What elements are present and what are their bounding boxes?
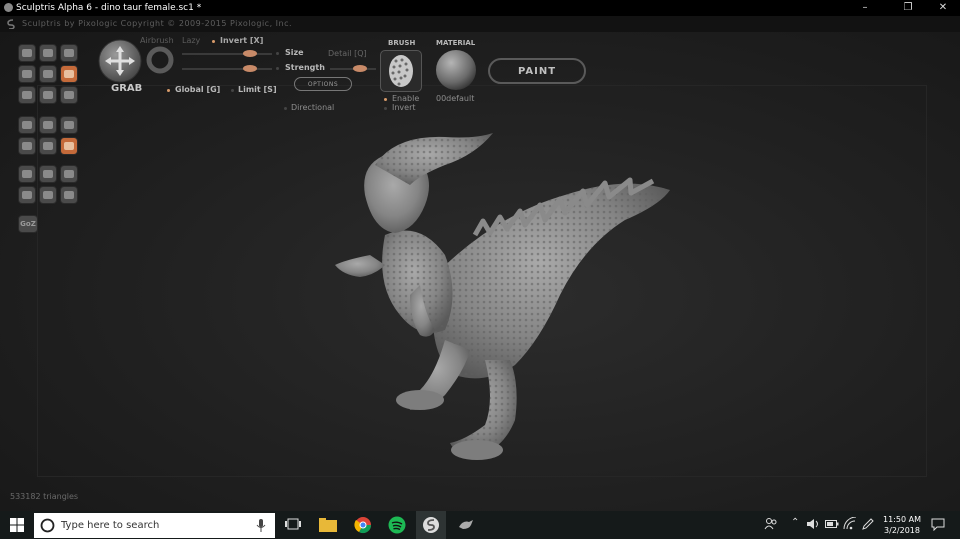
brush-preview-button[interactable] [380,50,422,92]
sculptris-taskbar-icon [423,517,439,533]
material-label: MATERIAL [436,39,476,47]
task-view-icon[interactable] [285,517,301,531]
chrome-icon[interactable] [354,516,372,534]
brush-invert-indicator [384,107,387,110]
camera-button[interactable] [60,165,78,183]
triangle-count: 533182 triangles [10,492,79,501]
goz-label: GoZ [20,220,36,228]
restore-button[interactable]: ❐ [893,0,923,16]
brush-enable-indicator [384,98,387,101]
tray-expand-icon[interactable]: ⌃ [791,517,799,528]
battery-icon[interactable] [825,519,839,529]
scale-tool-button[interactable] [60,86,78,104]
hide-button[interactable] [39,165,57,183]
taskbar-sculptris-active[interactable] [416,511,446,539]
size-indicator [276,52,279,55]
mask-button[interactable] [18,165,36,183]
window-title-bar[interactable]: Sculptris Alpha 6 - dino taur female.sc1… [0,0,960,16]
brush-invert-toggle[interactable]: Invert [392,103,416,112]
file-explorer-icon[interactable] [319,518,337,532]
invert-indicator [212,40,215,43]
tray-clock[interactable]: 11:50 AM 3/2/2018 [881,514,923,536]
smooth-tool-button[interactable] [39,86,57,104]
size-slider-knob[interactable] [243,50,257,57]
pinch-tool-button[interactable] [39,65,57,83]
crease-tool-button[interactable] [60,44,78,62]
material-sphere-icon [436,50,476,90]
reduce-brush-button[interactable] [39,116,57,134]
search-placeholder: Type here to search [61,520,160,531]
flatten-tool-button[interactable] [18,86,36,104]
directional-toggle[interactable]: Directional [291,103,334,112]
save-button[interactable] [60,186,78,204]
sphere-button[interactable] [39,186,57,204]
copyright-text: Sculptris by Pixologic Copyright © 2009-… [22,19,293,28]
rotate-tool-button[interactable] [39,44,57,62]
clock-date: 3/2/2018 [884,526,920,535]
taskbar-search-box[interactable]: Type here to search [34,513,275,538]
goz-button[interactable]: GoZ [18,215,38,233]
brush-texture-icon [389,55,413,87]
minimize-button[interactable]: – [850,0,880,16]
detail-slider-knob[interactable] [352,65,367,72]
global-toggle[interactable]: Global [G] [175,85,220,94]
symmetry-rotate-button[interactable] [18,116,36,134]
wave-button[interactable] [39,137,57,155]
app-info-bar: Sculptris by Pixologic Copyright © 2009-… [0,16,960,32]
volume-icon[interactable] [806,518,820,530]
limit-toggle[interactable]: Limit [S] [238,85,277,94]
strength-label: Strength [285,63,325,72]
people-icon[interactable] [764,517,778,531]
brush-enable-toggle[interactable]: Enable [392,94,419,103]
creature-app-icon[interactable] [457,517,475,531]
pen-workspace-icon[interactable] [861,517,875,531]
clock-time: 11:50 AM [883,515,921,524]
paint-mode-button[interactable]: PAINT [488,58,586,84]
sculpt-model[interactable] [325,125,685,470]
lazy-toggle[interactable]: Lazy [182,36,200,45]
microphone-icon[interactable] [256,519,266,532]
grab-tool-icon[interactable] [97,38,143,84]
strength-slider-track[interactable] [182,68,272,70]
grab-tool-button[interactable] [60,65,78,83]
draw-tool-button[interactable] [18,44,36,62]
cortana-circle-icon [40,518,55,533]
windows-start-icon[interactable] [9,517,25,533]
spotify-icon[interactable] [388,516,406,534]
window-title: Sculptris Alpha 6 - dino taur female.sc1… [16,3,202,13]
size-slider-track[interactable] [182,53,272,55]
brush-label: BRUSH [388,39,416,47]
invert-toggle[interactable]: Invert [X] [220,36,263,45]
wifi-icon[interactable] [843,517,857,530]
wireframe-button[interactable] [60,116,78,134]
options-button[interactable]: OPTIONS [294,77,352,91]
airbrush-ring-icon[interactable] [146,46,174,74]
close-button[interactable]: ✕ [928,0,958,16]
directional-indicator [284,107,287,110]
material-preview-button[interactable] [434,48,478,92]
tool-name: GRAB [111,83,143,94]
inflate-tool-button[interactable] [18,65,36,83]
options-label: OPTIONS [307,80,339,88]
sculptris-app-icon [4,3,13,12]
dino-body [335,133,670,460]
power-button[interactable] [18,137,36,155]
strength-indicator [276,67,279,70]
subdivide-button[interactable] [18,186,36,204]
paint-label: PAINT [517,65,557,77]
global-indicator [167,89,170,92]
size-label: Size [285,48,304,57]
strength-slider-knob[interactable] [243,65,257,72]
material-name: 00default [436,94,475,103]
limit-indicator [231,89,234,92]
action-center-icon[interactable] [931,518,945,531]
airbrush-toggle[interactable]: Airbrush [140,36,174,45]
symmetry-button[interactable] [60,137,78,155]
detail-label: Detail [Q] [328,49,367,58]
sculptris-logo-icon [7,19,15,29]
